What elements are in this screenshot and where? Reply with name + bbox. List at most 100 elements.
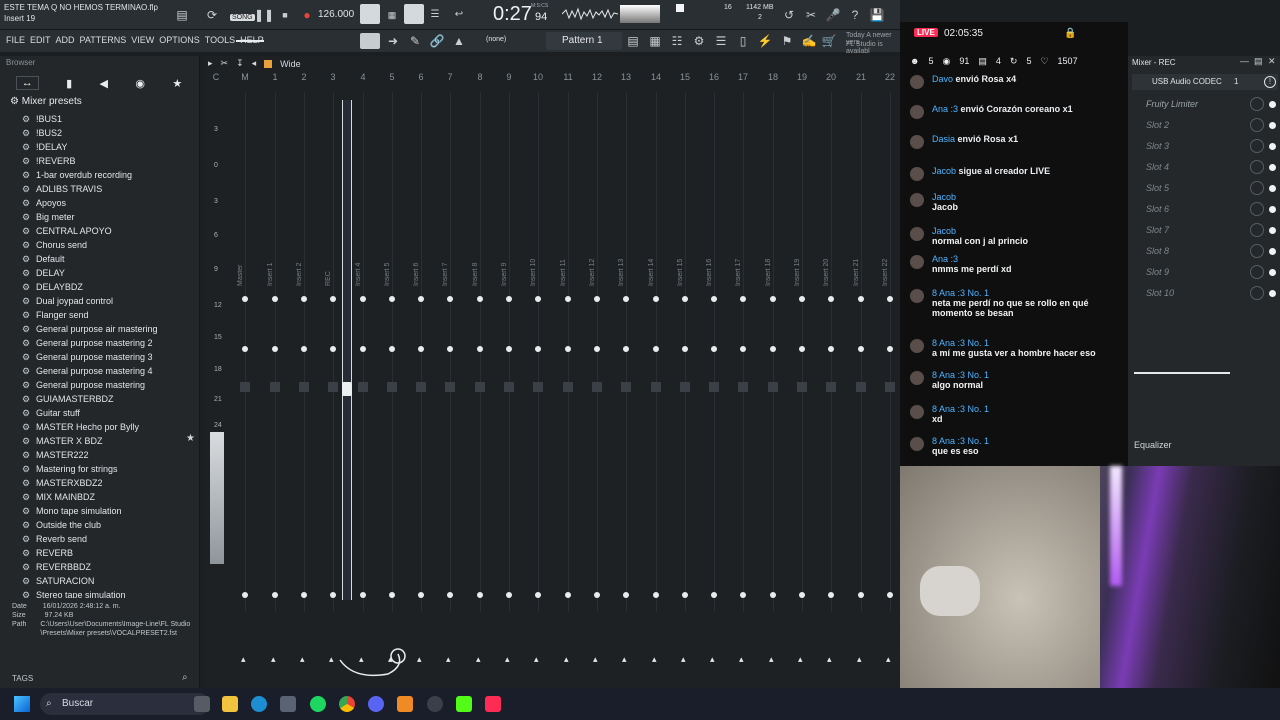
pan-knob[interactable] [535,296,541,302]
channel-strip[interactable] [333,92,334,612]
mix-knob[interactable] [1250,97,1264,111]
mixer-download-icon[interactable]: ↧ [236,58,244,69]
menu-patterns[interactable]: PATTERNS [80,35,127,45]
stereo-knob[interactable] [594,346,600,352]
route-arrow-icon[interactable]: ▴ [476,654,481,665]
volume-fader[interactable] [621,382,631,392]
store-icon[interactable] [280,696,296,712]
effect-slot[interactable]: Slot 8 [1128,241,1280,262]
cut-icon[interactable]: ✂ [802,6,820,24]
volume-fader[interactable] [709,382,719,392]
send-knob[interactable] [682,592,688,598]
stereo-knob[interactable] [447,346,453,352]
menu-add[interactable]: ADD [56,35,75,45]
discord-icon[interactable] [368,696,384,712]
effect-slot[interactable]: Slot 7 [1128,220,1280,241]
mix-knob[interactable] [1250,139,1264,153]
preset-item[interactable]: ⚙ SATURACION [0,574,196,588]
menu-tools[interactable]: TOOLS [205,35,235,45]
stereo-knob[interactable] [360,346,366,352]
cart-icon[interactable]: 🛒 [820,32,838,50]
main-volume-slider[interactable] [236,40,264,42]
piano-roll-icon[interactable]: ☷ [668,32,686,50]
folder-mixer-presets[interactable]: ⚙ Mixer presets [10,96,82,107]
mix-knob[interactable] [1250,286,1264,300]
preset-item[interactable]: ⚙ General purpose mastering 2 [0,336,196,350]
volume-fader[interactable] [885,382,895,392]
close-icon[interactable]: ✕ [1268,56,1276,67]
volume-fader[interactable] [768,382,778,392]
minimize-icon[interactable]: — [1240,56,1249,66]
channel-strip[interactable] [245,92,246,612]
info-icon[interactable]: ! [1264,76,1276,88]
route-arrow-icon[interactable]: ▴ [886,654,891,665]
send-knob[interactable] [799,592,805,598]
channel-strip[interactable] [685,92,686,612]
preset-item[interactable]: ⚙ Apoyos [0,196,196,210]
stereo-knob[interactable] [242,346,248,352]
preset-item[interactable]: ⚙ Reverb send [0,532,196,546]
pan-knob[interactable] [330,296,336,302]
mix-knob[interactable] [1250,160,1264,174]
pan-knob[interactable] [858,296,864,302]
preset-item[interactable]: ⚙ DELAYBDZ [0,280,196,294]
pan-knob[interactable] [389,296,395,302]
preset-item[interactable]: ⚙ MASTER222 [0,448,196,462]
chat-message[interactable]: Jacob normal con j al princio [910,226,1120,246]
effect-slot[interactable]: Slot 5 [1128,178,1280,199]
slot-enable-toggle[interactable] [1269,164,1276,171]
record-button[interactable]: ● [298,6,316,24]
channel-strip[interactable] [802,92,803,612]
volume-fader[interactable] [563,382,573,392]
stereo-knob[interactable] [858,346,864,352]
selected-fader[interactable] [342,382,352,396]
stop-button[interactable]: ■ [276,6,294,24]
pen-icon[interactable]: ✍ [800,32,818,50]
send-knob[interactable] [477,592,483,598]
channel-strip[interactable] [597,92,598,612]
route-arrow-icon[interactable]: ▴ [798,654,803,665]
send-knob[interactable] [887,592,893,598]
effect-slot[interactable]: Slot 10 [1128,283,1280,304]
preset-item[interactable]: ⚙ Stereo tape simulation [0,588,196,598]
mix-knob[interactable] [1250,202,1264,216]
route-arrow-icon[interactable]: ▴ [534,654,539,665]
preset-item[interactable]: ⚙ General purpose air mastering [0,322,196,336]
volume-fader[interactable] [445,382,455,392]
stamp-icon[interactable]: ▲ [450,32,468,50]
preset-item[interactable]: ⚙ !DELAY [0,140,196,154]
send-knob[interactable] [506,592,512,598]
menu-edit[interactable]: EDIT [30,35,51,45]
windows-start-icon[interactable] [14,696,30,712]
pitch-icon[interactable] [676,4,684,12]
file-icon[interactable]: ▮ [66,77,72,90]
pan-knob[interactable] [682,296,688,302]
pan-knob[interactable] [565,296,571,302]
pan-knob[interactable] [711,296,717,302]
stereo-knob[interactable] [740,346,746,352]
channel-strip[interactable] [890,92,891,612]
preset-item[interactable]: ⚙ MASTER Hecho por Bylly [0,420,196,434]
volume-fader[interactable] [475,382,485,392]
stereo-knob[interactable] [389,346,395,352]
stereo-knob[interactable] [565,346,571,352]
mix-knob[interactable] [1250,244,1264,258]
plug-icon[interactable]: ⚡ [756,32,774,50]
preset-item[interactable]: ⚙ MASTER X BDZ [0,434,196,448]
stereo-knob[interactable] [301,346,307,352]
mix-knob[interactable] [1250,118,1264,132]
volume-fader[interactable] [826,382,836,392]
preset-item[interactable]: ⚙ DELAY [0,266,196,280]
stereo-knob[interactable] [418,346,424,352]
stereo-knob[interactable] [711,346,717,352]
pan-knob[interactable] [828,296,834,302]
mix-knob[interactable] [1250,223,1264,237]
loop-record-icon[interactable]: ↩ [450,6,468,24]
stereo-knob[interactable] [799,346,805,352]
route-arrow-icon[interactable]: ▴ [329,654,334,665]
brush-icon[interactable]: ✎ [406,32,424,50]
mixer-tools-icon[interactable]: ✂ [221,58,229,69]
view-mode-label[interactable]: Wide [280,59,301,69]
preset-item[interactable]: ⚙ !REVERB [0,154,196,168]
taskbar-search[interactable]: ⌕ Buscar [40,693,210,715]
